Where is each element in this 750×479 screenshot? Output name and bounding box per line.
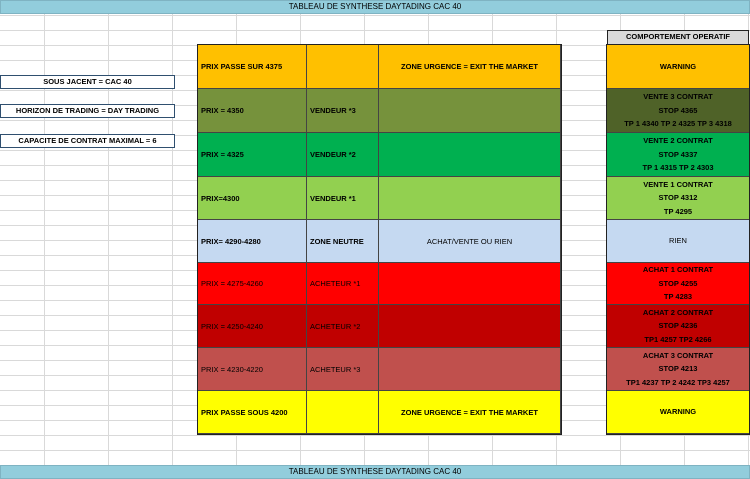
comportement-line: STOP 4337	[658, 149, 698, 159]
comportement-line: STOP 4255	[658, 278, 698, 288]
price-cell: PRIX = 4230-4220	[198, 348, 307, 391]
comportement-line: WARNING	[659, 407, 697, 417]
price-cell: PRIX = 4350	[198, 89, 307, 133]
comportement-line: STOP 4236	[658, 321, 698, 331]
comportement-cell: WARNING	[607, 391, 749, 434]
zone-cell	[379, 348, 561, 391]
comportement-line: TP 4283	[663, 292, 693, 302]
position-cell: ACHETEUR *2	[307, 305, 379, 348]
zone-cell	[379, 89, 561, 133]
comportement-line: STOP 4213	[658, 364, 698, 374]
comportement-header: COMPORTEMENT OPERATIF	[607, 30, 749, 45]
comportement-line: STOP 4312	[658, 193, 698, 203]
position-cell	[307, 391, 379, 434]
comportement-line: TP 1 4340 TP 2 4325 TP 3 4318	[624, 119, 732, 129]
zone-cell	[379, 263, 561, 305]
zone-cell: ZONE URGENCE = EXIT THE MARKET	[379, 45, 561, 89]
zone-cell: ACHAT/VENTE OU RIEN	[379, 220, 561, 263]
comportement-cell: ACHAT 2 CONTRAT STOP 4236 TP1 4257 TP2 4…	[607, 305, 749, 348]
comportement-line: TP1 4257 TP2 4266	[644, 334, 712, 344]
zone-cell	[379, 133, 561, 177]
comportement-line: STOP 4365	[658, 105, 698, 115]
price-cell: PRIX= 4290-4280	[198, 220, 307, 263]
comportement-cell: ACHAT 1 CONTRAT STOP 4255 TP 4283	[607, 263, 749, 305]
comportement-line: ACHAT 1 CONTRAT	[642, 265, 714, 275]
comportement-line: VENTE 1 CONTRAT	[643, 179, 713, 189]
comportement-cell: RIEN	[607, 220, 749, 263]
position-cell: ACHETEUR *3	[307, 348, 379, 391]
comportement-line: WARNING	[659, 61, 697, 71]
info-underlying: SOUS JACENT = CAC 40	[0, 75, 175, 89]
position-cell: VENDEUR *1	[307, 177, 379, 220]
price-cell: PRIX = 4250-4240	[198, 305, 307, 348]
comportement-cell: ACHAT 3 CONTRAT STOP 4213 TP1 4237 TP 2 …	[607, 348, 749, 391]
comportement-line: TP 4295	[663, 206, 693, 216]
price-cell: PRIX = 4275-4260	[198, 263, 307, 305]
info-capacity: CAPACITE DE CONTRAT MAXIMAL = 6	[0, 134, 175, 148]
comportement-line: TP1 4237 TP 2 4242 TP3 4257	[626, 377, 730, 387]
comportement-cell: WARNING	[607, 45, 749, 89]
comportement-cell: VENTE 1 CONTRAT STOP 4312 TP 4295	[607, 177, 749, 220]
comportement-cell: VENTE 2 CONTRAT STOP 4337 TP 1 4315 TP 2…	[607, 133, 749, 177]
position-cell: VENDEUR *2	[307, 133, 379, 177]
price-cell: PRIX PASSE SOUS 4200	[198, 391, 307, 434]
comportement-cell: VENTE 3 CONTRAT STOP 4365 TP 1 4340 TP 2…	[607, 89, 749, 133]
position-cell: VENDEUR *3	[307, 89, 379, 133]
info-horizon: HORIZON DE TRADING = DAY TRADING	[0, 104, 175, 118]
comportement-line: VENTE 3 CONTRAT	[643, 92, 713, 102]
top-banner-title: TABLEAU DE SYNTHESE DAYTADING CAC 40	[0, 0, 750, 14]
price-cell: PRIX = 4325	[198, 133, 307, 177]
comportement-line: VENTE 2 CONTRAT	[643, 136, 713, 146]
zone-cell	[379, 177, 561, 220]
comportement-line: ACHAT 3 CONTRAT	[642, 350, 714, 360]
bottom-banner-title: TABLEAU DE SYNTHESE DAYTADING CAC 40	[0, 465, 750, 479]
position-cell: ACHETEUR *1	[307, 263, 379, 305]
position-cell: ZONE NEUTRE	[307, 220, 379, 263]
comportement-line: ACHAT 2 CONTRAT	[642, 307, 714, 317]
comportement-line: RIEN	[669, 236, 687, 246]
position-cell	[307, 45, 379, 89]
zone-cell	[379, 305, 561, 348]
price-cell: PRIX=4300	[198, 177, 307, 220]
comportement-line: TP 1 4315 TP 2 4303	[642, 163, 714, 173]
zone-cell: ZONE URGENCE = EXIT THE MARKET	[379, 391, 561, 434]
price-cell: PRIX PASSE SUR 4375	[198, 45, 307, 89]
